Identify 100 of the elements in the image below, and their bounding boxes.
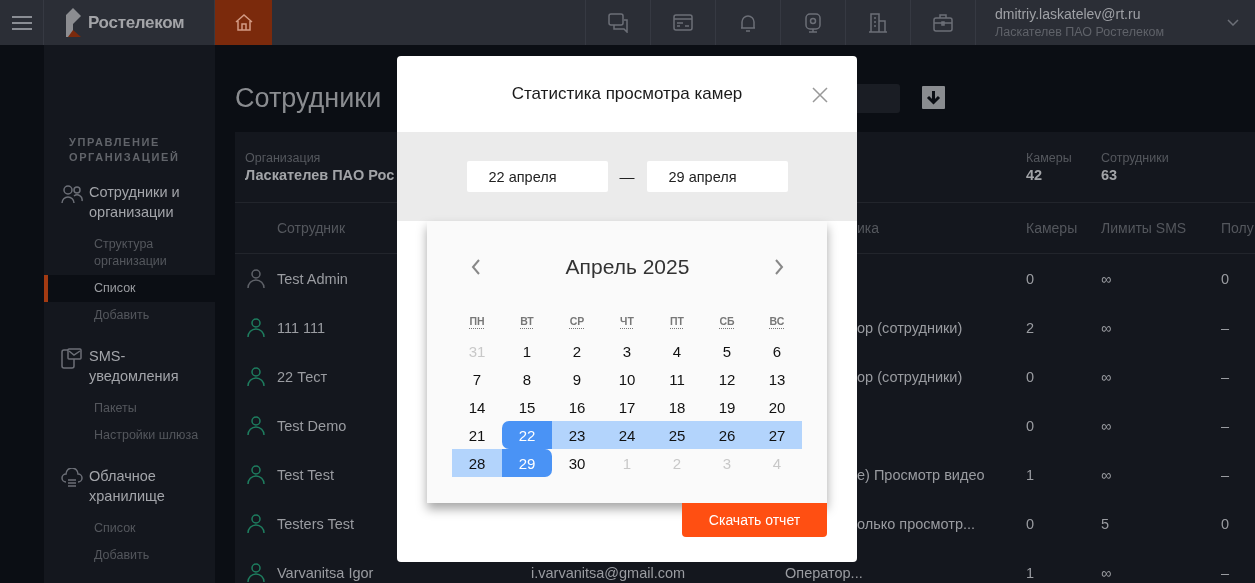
sidebar-item[interactable]: Список [44, 275, 215, 302]
employee-name[interactable]: Test Demo [277, 417, 347, 434]
page-title: Сотрудники [235, 83, 382, 113]
field-label: Организация [245, 151, 321, 165]
calendar-day[interactable]: 9 [552, 365, 602, 393]
date-from-field[interactable]: 22 апреля [466, 161, 608, 192]
home-icon [233, 13, 254, 32]
stat-label: Сотрудники [1101, 151, 1169, 165]
calendar-day[interactable]: 17 [602, 393, 652, 421]
chevron-down-icon[interactable] [1227, 19, 1239, 26]
calendar-day[interactable]: 19 [702, 393, 752, 421]
calendar-day[interactable]: 26 [702, 421, 752, 449]
calendar-day[interactable]: 15 [502, 393, 552, 421]
employee-name[interactable]: Testers Test [277, 515, 355, 532]
calendar-day[interactable]: 8 [502, 365, 552, 393]
people-icon [61, 184, 83, 205]
calendar-day[interactable]: 18 [652, 393, 702, 421]
stat-value: 63 [1101, 167, 1118, 183]
logo-icon [64, 7, 82, 38]
weekday-label: СР [569, 315, 585, 327]
calendar-day[interactable]: 4 [652, 337, 702, 365]
chevron-left-icon[interactable] [471, 259, 481, 275]
calendar-day[interactable]: 3 [602, 337, 652, 365]
weekday-label: СБ [719, 315, 735, 327]
table-cell: 0 [1026, 270, 1035, 287]
stat-value: 42 [1026, 167, 1043, 183]
weekday-label: ПН [469, 315, 485, 327]
table-cell: е) Просмотр видео [857, 466, 985, 483]
calendar-day[interactable]: 7 [452, 365, 502, 393]
table-cell: – [1221, 319, 1230, 336]
calendar-day[interactable]: 23 [552, 421, 602, 449]
calendar-day[interactable]: 27 [752, 421, 802, 449]
calendar-day[interactable]: 10 [602, 365, 652, 393]
weekday-label: ВС [769, 315, 785, 327]
table-cell: Оператор... [785, 564, 863, 581]
calendar-day[interactable]: 5 [702, 337, 752, 365]
table-cell: ∞ [1101, 368, 1112, 385]
employee-name[interactable]: 111 111 [277, 319, 326, 336]
close-icon[interactable] [812, 87, 828, 103]
table-cell: ∞ [1101, 417, 1112, 434]
table-cell: 2 [1026, 319, 1035, 336]
employee-name[interactable]: Test Admin [277, 270, 348, 287]
table-cell: ∞ [1101, 564, 1112, 581]
table-cell: 1 [1026, 564, 1035, 581]
month-title: Апрель 2025 [565, 255, 690, 279]
employee-name[interactable]: 22 Тест [277, 368, 328, 385]
table-cell: – [1221, 417, 1230, 434]
table-cell: – [1221, 466, 1230, 483]
calendar-day[interactable]: 6 [752, 337, 802, 365]
phone-message-icon [61, 348, 83, 369]
table-cell: 0 [1026, 368, 1035, 385]
calendar-day[interactable]: 1 [502, 337, 552, 365]
calendar-day[interactable]: 2 [552, 337, 602, 365]
calendar-day[interactable]: 13 [752, 365, 802, 393]
calendar-day[interactable]: 14 [452, 393, 502, 421]
user-email: dmitriy.laskatelev@rt.ru [995, 6, 1142, 22]
calendar-day[interactable]: 20 [752, 393, 802, 421]
calendar-day[interactable]: 11 [652, 365, 702, 393]
table-cell: ∞ [1101, 319, 1112, 336]
table-cell: ∞ [1101, 466, 1112, 483]
table-cell: 1 [1026, 466, 1035, 483]
table-cell: – [1221, 368, 1230, 385]
table-cell: ор (сотрудники) [857, 319, 963, 336]
weekday-label: ЧТ [620, 315, 634, 327]
table-cell: 0 [1221, 515, 1230, 532]
logo-text: Ростелеком [88, 12, 185, 33]
search-field[interactable] [857, 84, 900, 113]
cloud-storage-icon [61, 468, 83, 489]
dialog-title: Статистика просмотра камер [511, 84, 743, 104]
calendar-day[interactable]: 30 [552, 449, 602, 477]
employee-name[interactable]: Varvanitsa Igor [277, 564, 374, 581]
table-cell: 5 [1101, 515, 1110, 532]
download-icon[interactable] [922, 86, 945, 109]
table-cell: – [1221, 564, 1230, 581]
menu-icon[interactable] [10, 14, 33, 31]
home-button[interactable] [215, 0, 272, 45]
table-cell: 0 [1026, 417, 1035, 434]
date-to-field[interactable]: 29 апреля [646, 161, 788, 192]
chat-icon [608, 12, 628, 33]
table-cell: ∞ [1101, 270, 1112, 287]
calendar-day[interactable]: 12 [702, 365, 752, 393]
calendar-day[interactable]: 21 [452, 421, 502, 449]
sidebar-section[interactable]: Облачное хранилище [89, 467, 205, 506]
calendar-day[interactable]: 24 [602, 421, 652, 449]
stat-label: Камеры [1026, 151, 1072, 165]
calendar-day[interactable]: 28 [452, 449, 502, 477]
sidebar-section[interactable]: Сотрудники и организации [89, 183, 205, 222]
range-separator: — [619, 168, 635, 185]
table-cell: 0 [1221, 270, 1230, 287]
organization-name: Ласкателев ПАО Рос [245, 167, 395, 183]
calendar-day[interactable]: 16 [552, 393, 602, 421]
chevron-right-icon[interactable] [774, 259, 784, 275]
bell-icon [738, 12, 758, 33]
table-cell: ор (сотрудники) [857, 368, 963, 385]
employee-name[interactable]: Test Test [277, 466, 334, 483]
section-heading: УПРАВЛЕНИЕ ОРГАНИЗАЦИЕЙ [68, 135, 181, 165]
calendar-day[interactable]: 25 [652, 421, 702, 449]
sidebar-section[interactable]: SMS-уведомления [89, 347, 205, 386]
weekday-label: ПТ [670, 315, 684, 327]
weekday-label: ВТ [520, 315, 534, 327]
